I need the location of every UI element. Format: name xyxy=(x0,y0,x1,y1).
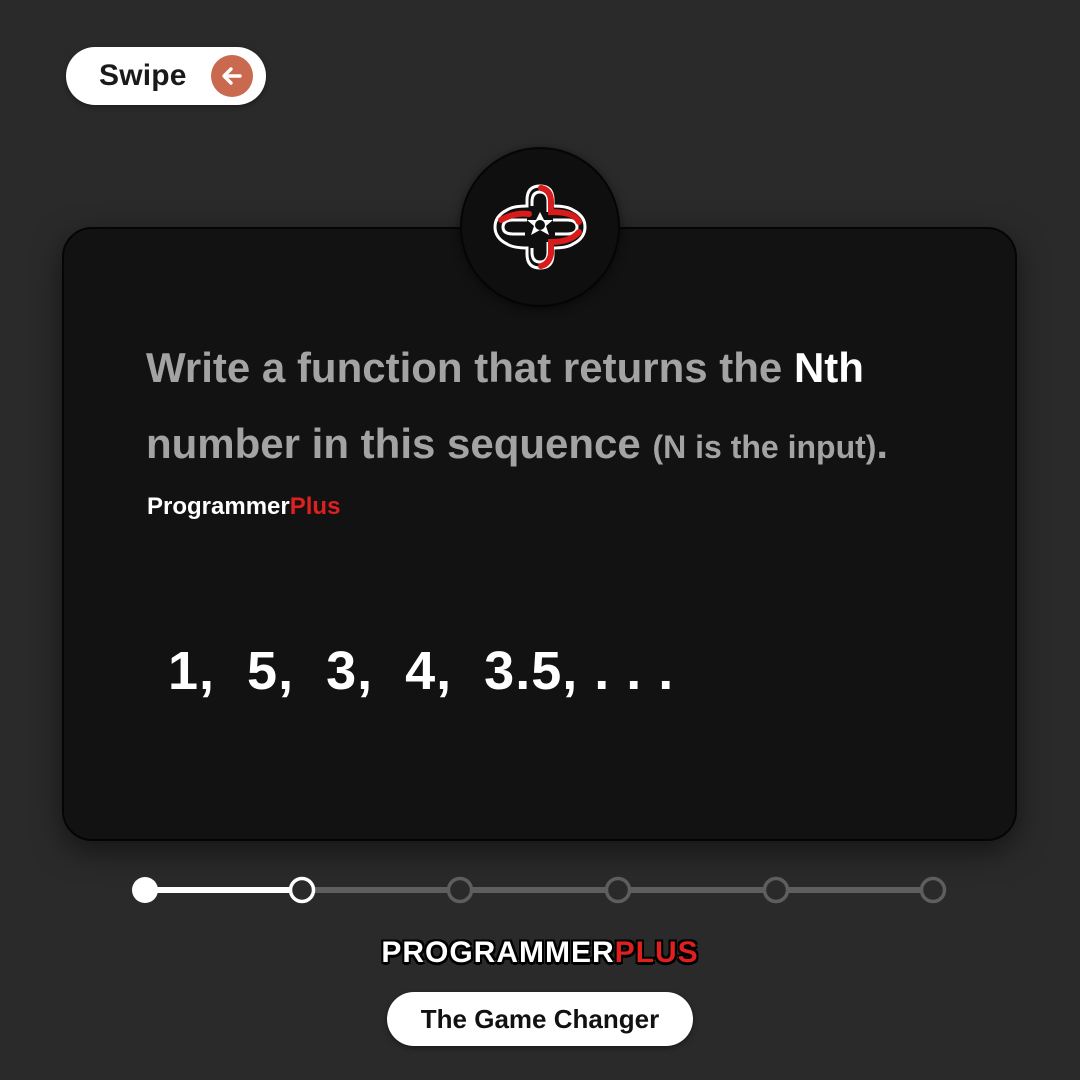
card-brand-word2: Plus xyxy=(289,493,341,520)
arrow-left-icon xyxy=(211,55,253,97)
tagline-text: The Game Changer xyxy=(420,1003,660,1034)
tagline-badge: The Game Changer xyxy=(387,992,693,1046)
progress-dot-6[interactable] xyxy=(919,876,947,904)
progress-dot-1[interactable] xyxy=(132,877,158,903)
question-card xyxy=(62,227,1017,841)
question-note: (N is the input) xyxy=(652,429,877,465)
brand-logo-icon xyxy=(493,184,587,270)
slide-progress xyxy=(132,876,947,904)
question-highlight: Nth xyxy=(793,344,864,391)
footer-brand: ProgrammerPlus xyxy=(0,936,1080,970)
card-brand-word1: Programmer xyxy=(147,493,290,520)
post-canvas: Swipe Write a function that returns the … xyxy=(0,0,1080,1080)
question-part1: Write a function that returns the xyxy=(146,344,794,391)
progress-dot-3[interactable] xyxy=(446,876,474,904)
progress-dot-4[interactable] xyxy=(604,876,632,904)
footer-brand-word2: Plus xyxy=(614,936,699,969)
question-text: Write a function that returns the Nth nu… xyxy=(146,330,966,485)
progress-dot-2[interactable] xyxy=(288,876,316,904)
footer-brand-word1: Programmer xyxy=(381,936,615,969)
swipe-button[interactable]: Swipe xyxy=(66,47,266,105)
progress-dot-5[interactable] xyxy=(762,876,790,904)
brand-logo xyxy=(460,147,620,307)
swipe-label: Swipe xyxy=(99,59,187,92)
question-end: . xyxy=(876,420,889,467)
card-brand: ProgrammerPlus xyxy=(147,493,340,521)
question-part2: number in this sequence xyxy=(146,420,653,467)
number-sequence: 1, 5, 3, 4, 3.5, . . . xyxy=(168,641,675,701)
